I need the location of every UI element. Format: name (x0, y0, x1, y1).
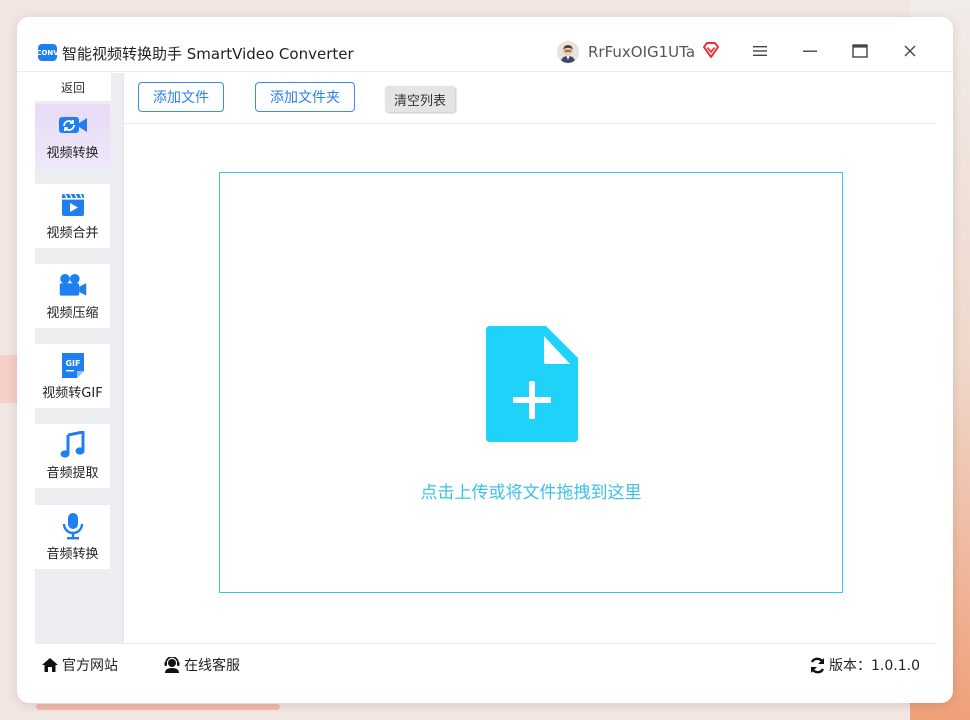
online-support-label: 在线客服 (184, 658, 240, 674)
sidebar-item-video-merge[interactable]: 视频合并 (35, 184, 110, 248)
video-convert-icon (58, 111, 88, 139)
gif-icon: GIF (58, 351, 88, 379)
app-title: 智能视频转换助手 SmartVideo Converter (62, 45, 354, 63)
title-bar: CONV 智能视频转换助手 SmartVideo Converter RrFux… (17, 17, 953, 72)
footer-bar: 官方网站 在线客服 版本：1.0.1.0 (35, 643, 935, 686)
refresh-icon (810, 657, 825, 673)
username[interactable]: RrFuxOIG1UTa (588, 43, 695, 61)
close-icon[interactable] (898, 39, 922, 63)
back-button[interactable]: 返回 (35, 73, 111, 101)
app-logo-icon: CONV (36, 44, 59, 61)
add-file-button[interactable]: 添加文件 (138, 82, 224, 112)
official-website-label: 官方网站 (62, 658, 118, 674)
sidebar-item-audio-convert[interactable]: 音频转换 (35, 505, 110, 569)
sidebar-item-label: 视频压缩 (46, 306, 99, 321)
sidebar-item-label: 视频转GIF (42, 386, 103, 401)
support-agent-icon (164, 657, 180, 673)
online-support-link[interactable]: 在线客服 (163, 655, 240, 675)
add-folder-button[interactable]: 添加文件夹 (255, 82, 355, 112)
vip-icon[interactable] (701, 40, 721, 60)
sidebar-item-label: 音频提取 (46, 466, 99, 481)
official-website-link[interactable]: 官方网站 (41, 655, 118, 675)
svg-text:GIF: GIF (65, 359, 80, 368)
background-taskbar-hint (36, 704, 280, 710)
maximize-icon[interactable] (848, 39, 872, 63)
version-label: 版本：1.0.1.0 (829, 658, 920, 674)
sidebar-item-video-convert[interactable]: 视频转换 (35, 104, 110, 168)
file-add-icon[interactable] (486, 326, 578, 442)
music-note-icon (58, 431, 88, 459)
sidebar-item-video-compress[interactable]: 视频压缩 (35, 264, 110, 328)
file-dropzone[interactable]: 点击上传或将文件拖拽到这里 (219, 172, 843, 593)
microphone-icon (58, 512, 88, 540)
video-merge-icon (58, 191, 88, 219)
minimize-icon[interactable] (798, 39, 822, 63)
home-icon (42, 658, 58, 672)
clear-list-button[interactable]: 清空列表 (385, 86, 455, 112)
sidebar-item-label: 视频转换 (46, 146, 99, 161)
menu-icon[interactable] (748, 39, 772, 63)
video-compress-icon (58, 271, 88, 299)
dropzone-hint-text[interactable]: 点击上传或将文件拖拽到这里 (220, 478, 842, 503)
toolbar: 添加文件 添加文件夹 清空列表 (124, 73, 936, 124)
sidebar-item-audio-extract[interactable]: 音频提取 (35, 424, 110, 488)
sidebar-item-label: 音频转换 (46, 547, 99, 562)
sidebar-item-video-gif[interactable]: GIF 视频转GIF (35, 344, 110, 408)
version-info[interactable]: 版本：1.0.1.0 (809, 655, 920, 675)
sidebar-divider (123, 73, 124, 643)
sidebar: 返回 视频转换 视频合并 视频压缩 GIF 视频转GIF 音频提取 音频转换 (35, 73, 123, 643)
avatar-icon[interactable] (557, 41, 579, 63)
app-window: CONV 智能视频转换助手 SmartVideo Converter RrFux… (17, 17, 953, 703)
sidebar-item-label: 视频合并 (46, 226, 99, 241)
